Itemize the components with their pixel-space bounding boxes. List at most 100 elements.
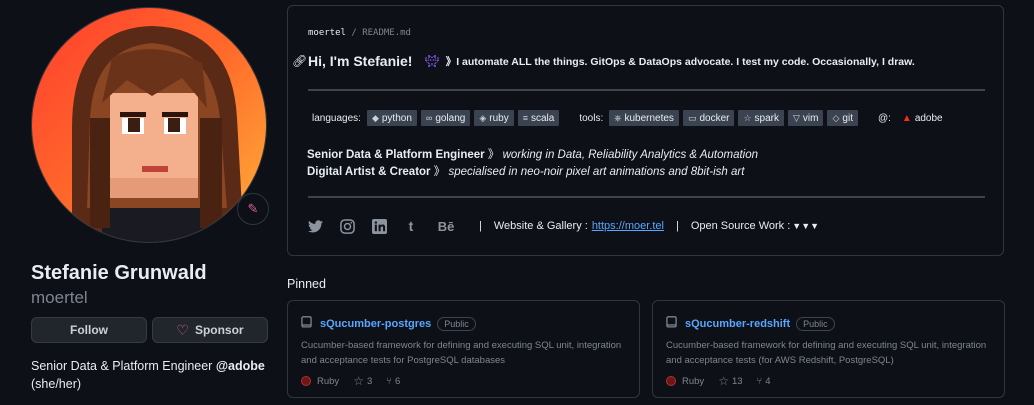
- repo-card-header: sQucumber-redshift Public: [666, 316, 835, 332]
- badge-kubernetes[interactable]: ⎈ kubernetes: [609, 110, 679, 126]
- sponsor-button[interactable]: ♡ Sponsor: [152, 317, 268, 343]
- language-label: Ruby: [682, 375, 705, 387]
- vim-icon: ▽: [793, 112, 800, 123]
- repo-stars-link[interactable]: ☆ 3: [353, 374, 372, 388]
- repo-name-link[interactable]: sQucumber-redshift: [685, 318, 790, 330]
- instagram-icon[interactable]: [339, 218, 355, 234]
- visibility-badge: Public: [796, 317, 835, 331]
- badge-golang[interactable]: ∞ golang: [420, 110, 471, 126]
- fork-icon: ⑂: [386, 375, 392, 387]
- badge-adobe[interactable]: ▲ adobe: [897, 110, 948, 126]
- divider: [308, 89, 985, 91]
- pixel-art-avatar-image: [32, 8, 266, 242]
- behance-icon[interactable]: Bē: [435, 218, 457, 234]
- role-description: specialised in neo-noir pixel art animat…: [448, 166, 745, 178]
- adobe-icon: ▲: [901, 112, 912, 124]
- heart-icon: ♡: [176, 321, 189, 338]
- profile-fullname: Stefanie Grunwald: [31, 262, 207, 284]
- badge-scala[interactable]: ≡ scala: [517, 110, 560, 126]
- docker-icon: ▭: [687, 112, 697, 123]
- badge-python[interactable]: ◆ python: [366, 110, 417, 126]
- avatar-container: ✎: [31, 7, 269, 243]
- badge-label: docker: [699, 112, 730, 124]
- readme-tagline: 》I automate ALL the things. GitOps & Dat…: [445, 55, 915, 68]
- badge-label: vim: [802, 112, 819, 124]
- badge-label: golang: [435, 112, 466, 124]
- language-color-dot: [666, 376, 676, 386]
- role-title: Digital Artist & Creator: [307, 166, 431, 178]
- tumblr-icon[interactable]: t: [403, 218, 419, 234]
- role-engineer: Senior Data & Platform Engineer 》 workin…: [307, 146, 758, 162]
- linkedin-icon[interactable]: [371, 218, 387, 234]
- kubernetes-icon: ⎈: [614, 112, 622, 123]
- sponsor-button-label: Sponsor: [194, 323, 244, 337]
- repo-description: Cucumber-based framework for defining an…: [666, 340, 987, 366]
- badge-label: scala: [530, 112, 555, 124]
- pronouns: (she/her): [31, 377, 82, 391]
- star-icon: ☆: [718, 374, 729, 388]
- avatar[interactable]: [31, 7, 267, 243]
- repo-language: Ruby: [666, 376, 704, 387]
- profile-bio: Senior Data & Platform Engineer @adobe (…: [31, 357, 276, 393]
- badge-ruby[interactable]: ◈ ruby: [474, 110, 514, 126]
- badge-git[interactable]: ◇ git: [827, 110, 858, 126]
- role-separator: 》: [484, 149, 500, 161]
- company-label: @:: [877, 112, 891, 124]
- repo-icon: [666, 316, 677, 332]
- badge-label: spark: [754, 112, 779, 124]
- stars-count: 13: [731, 375, 743, 387]
- forks-count: 4: [765, 375, 771, 387]
- repo-description: Cucumber-based framework for defining an…: [301, 340, 622, 366]
- scala-icon: ≡: [522, 113, 528, 123]
- bio-text: Senior Data & Platform Engineer: [31, 359, 216, 373]
- repo-forks-link[interactable]: ⑂ 6: [386, 376, 400, 387]
- ruby-icon: ◈: [479, 112, 487, 123]
- role-title: Senior Data & Platform Engineer: [307, 149, 485, 161]
- breadcrumb-separator: /: [351, 28, 357, 38]
- python-icon: ◆: [371, 112, 379, 123]
- follow-button-label: Follow: [70, 323, 108, 337]
- website-link[interactable]: https://moer.tel: [592, 220, 664, 232]
- badge-docker[interactable]: ▭ docker: [682, 110, 735, 126]
- readme-owner-link[interactable]: moertel: [308, 28, 346, 38]
- spark-icon: ☆: [743, 112, 752, 123]
- badge-label: python: [381, 112, 412, 124]
- follow-button[interactable]: Follow: [31, 317, 147, 343]
- pinned-repo-card: sQucumber-postgres Public Cucumber-based…: [287, 300, 640, 398]
- badge-vim[interactable]: ▽ vim: [788, 110, 824, 126]
- twitter-icon[interactable]: [307, 218, 323, 234]
- repo-card-header: sQucumber-postgres Public: [301, 316, 476, 332]
- language-label: Ruby: [317, 375, 340, 387]
- profile-username: moertel: [31, 288, 88, 307]
- repo-icon: [301, 316, 312, 332]
- badge-label: adobe: [914, 112, 943, 124]
- star-icon: ☆: [353, 374, 364, 388]
- badge-spark[interactable]: ☆ spark: [738, 110, 784, 126]
- repo-meta: Ruby ☆ 3 ⑂ 6: [301, 374, 414, 388]
- repo-name-link[interactable]: sQucumber-postgres: [320, 318, 431, 330]
- divider: [308, 196, 985, 198]
- role-separator: 》: [430, 166, 446, 178]
- anchor-link-icon[interactable]: 🔗︎: [292, 54, 307, 68]
- repo-stars-link[interactable]: ☆ 13: [718, 374, 742, 388]
- stars-count: 3: [366, 375, 373, 387]
- social-links: t Bē | Website & Gallery : https://moer.…: [307, 218, 819, 234]
- badge-label: kubernetes: [624, 112, 674, 124]
- readme-breadcrumb: moertel / README.md: [308, 28, 411, 38]
- skills-badges: languages: ◆ python ∞ golang ◈ ruby ≡ scala …: [312, 110, 952, 126]
- visibility-badge: Public: [437, 317, 476, 331]
- readme-file-link[interactable]: README.md: [362, 28, 411, 38]
- status-emoji-button[interactable]: ✎: [237, 193, 269, 225]
- fork-icon: ⑂: [756, 375, 763, 387]
- profile-readme: moertel / README.md 🔗︎ Hi, I'm Stefanie!…: [287, 5, 1004, 256]
- separator: |: [675, 220, 679, 232]
- languages-label: languages:: [312, 112, 361, 124]
- repo-forks-link[interactable]: ⑂ 4: [757, 376, 771, 387]
- repo-language: Ruby: [301, 376, 339, 387]
- oss-label: Open Source Work :: [690, 220, 791, 232]
- tools-label: tools:: [579, 112, 604, 124]
- bio-org-link[interactable]: @adobe: [216, 359, 265, 373]
- pinned-repo-card: sQucumber-redshift Public Cucumber-based…: [652, 300, 1005, 398]
- forks-count: 6: [394, 375, 401, 387]
- website-label: Website & Gallery :: [493, 220, 588, 232]
